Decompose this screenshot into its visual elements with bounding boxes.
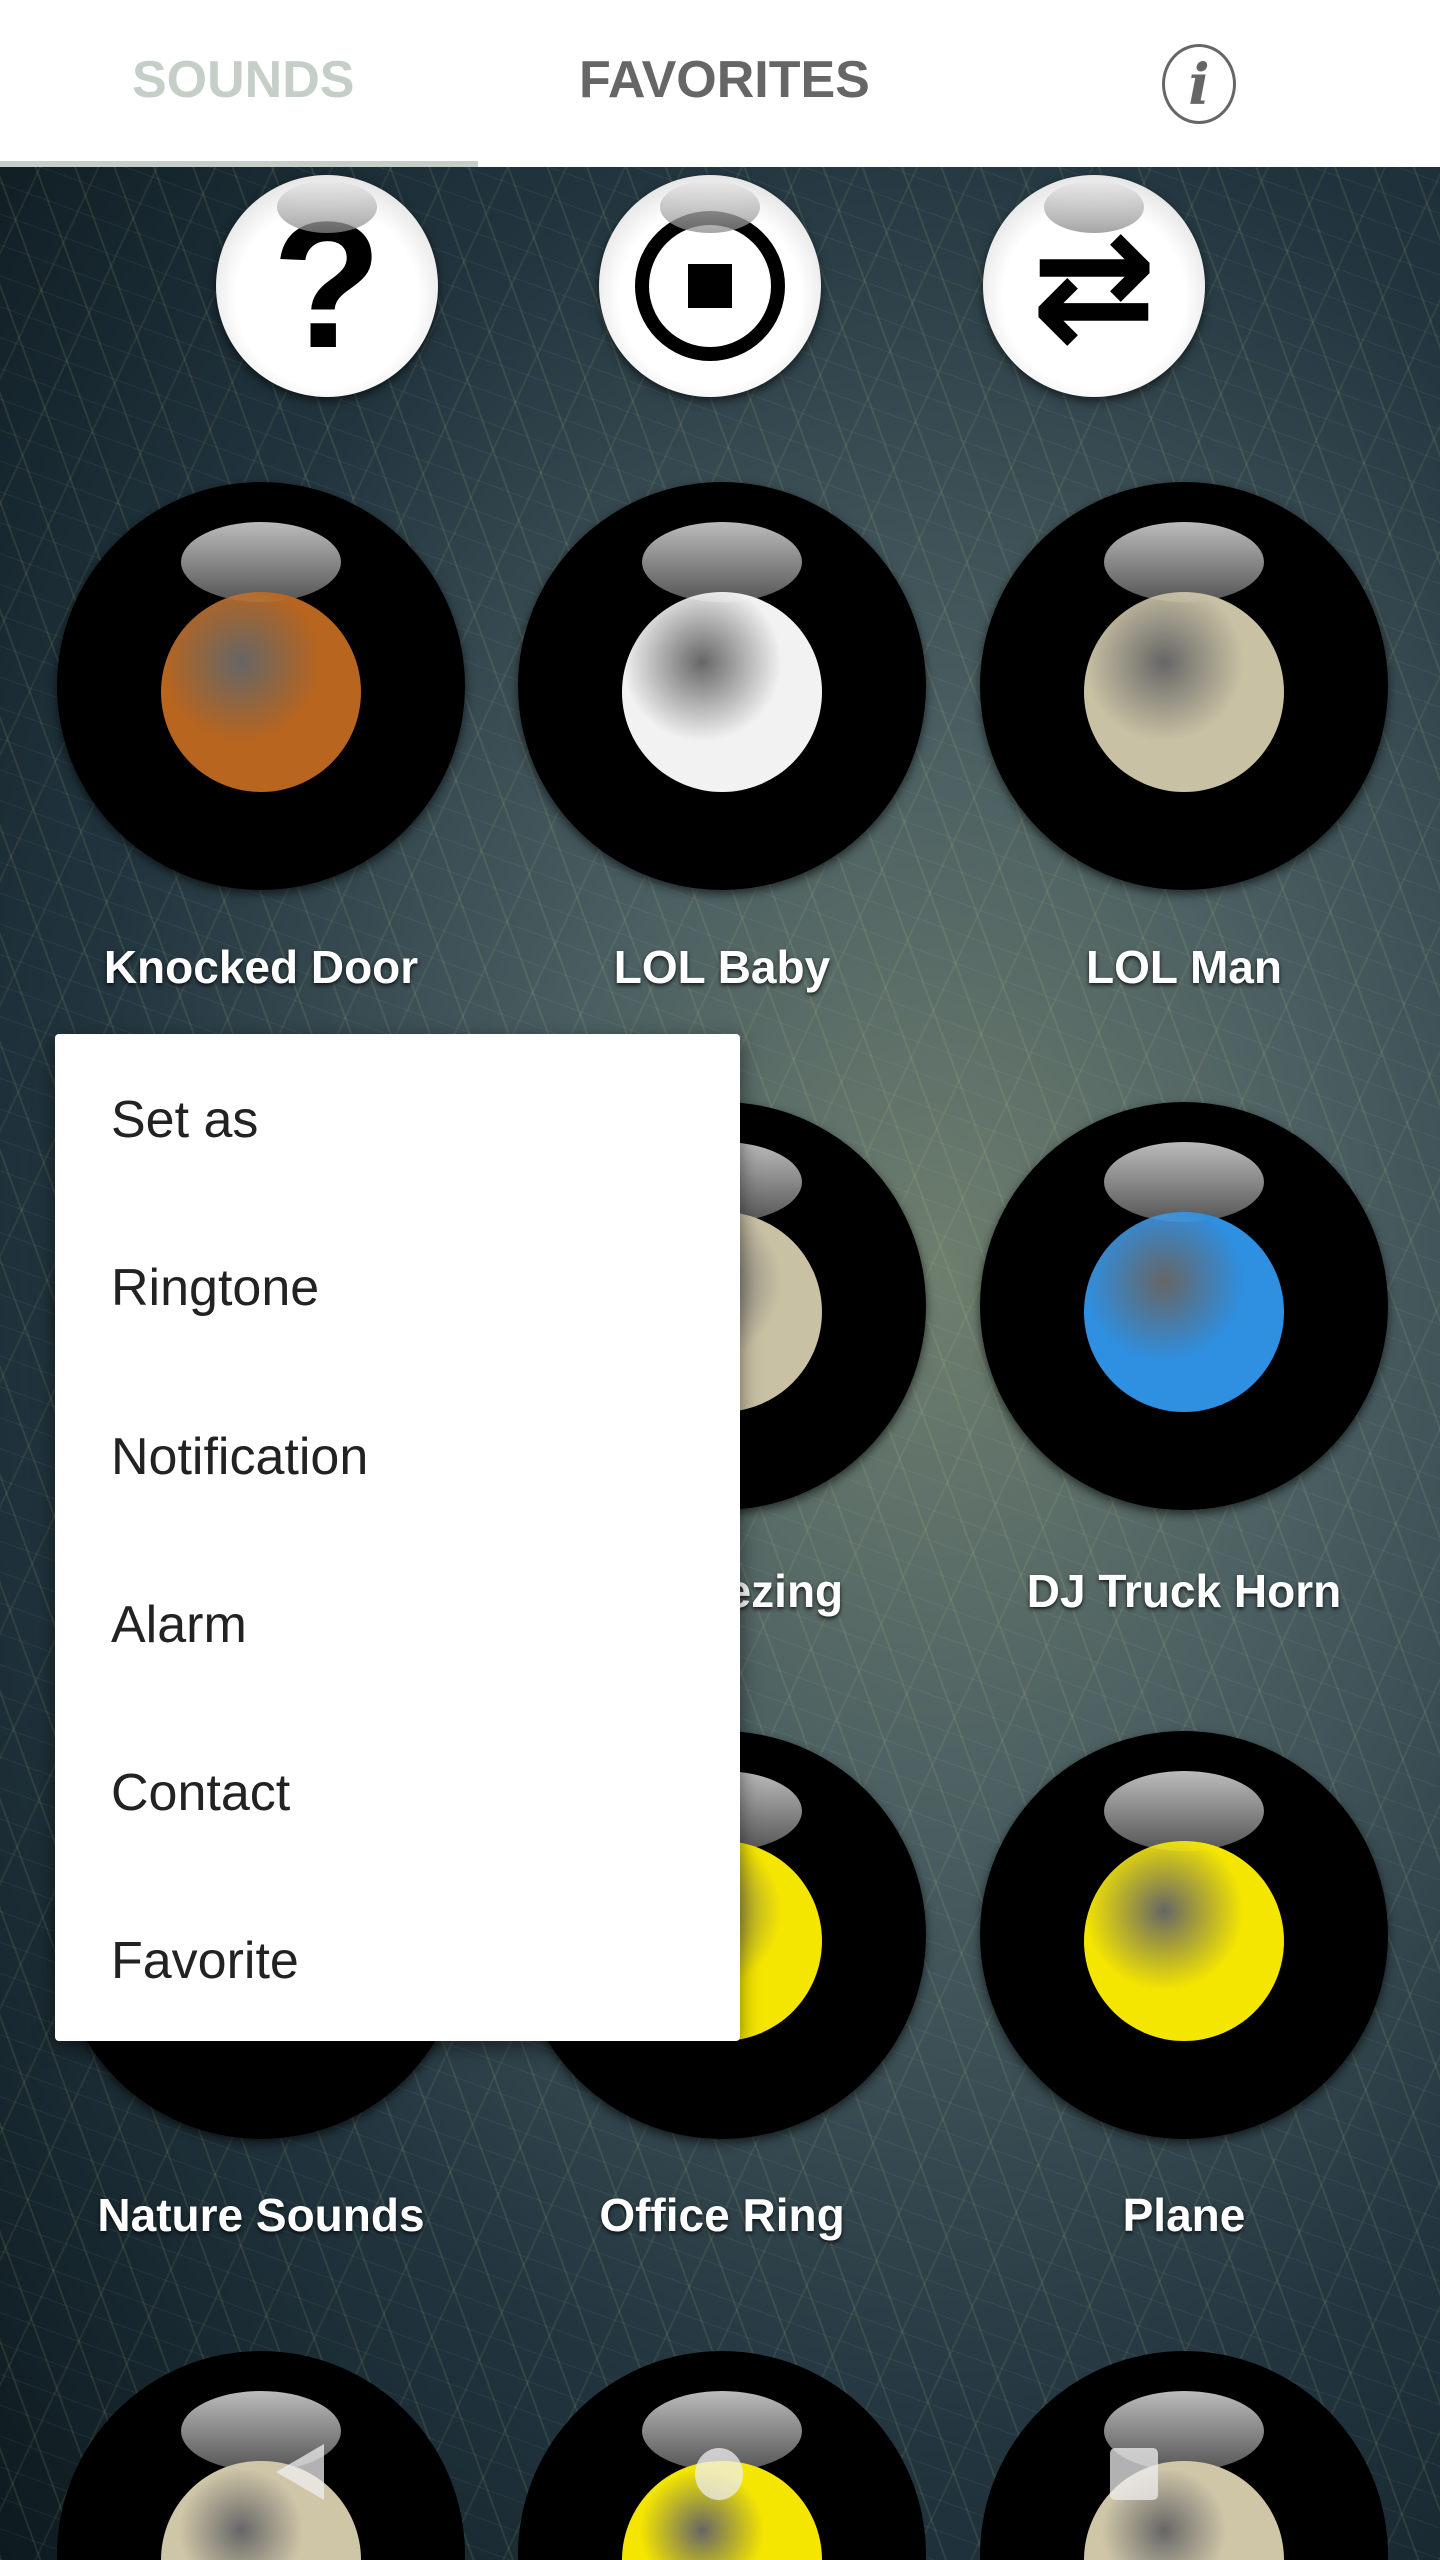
sound-character-image [1084, 592, 1284, 792]
sound-button[interactable] [980, 2351, 1388, 2560]
sound-button[interactable] [57, 482, 465, 890]
menu-item-ringtone[interactable]: Ringtone [111, 1238, 711, 1338]
sound-button[interactable] [518, 482, 926, 890]
back-icon[interactable] [276, 2444, 324, 2500]
menu-item-alarm[interactable]: Alarm [111, 1575, 711, 1675]
repeat-icon: ⇄ [1031, 199, 1157, 373]
info-icon[interactable]: i [1162, 44, 1236, 124]
sound-label: Knocked Door [103, 941, 419, 993]
context-menu: Set as Ringtone Notification Alarm Conta… [55, 1034, 740, 2041]
active-tab-indicator [0, 161, 478, 167]
sound-button[interactable] [980, 1731, 1388, 2139]
sound-button[interactable] [980, 482, 1388, 890]
menu-item-contact[interactable]: Contact [111, 1743, 711, 1843]
sound-character-image [161, 592, 361, 792]
sound-label: Nature Sounds [97, 2189, 425, 2241]
sound-button[interactable] [980, 1102, 1388, 1510]
recents-icon[interactable] [1110, 2448, 1158, 2500]
sound-button[interactable] [57, 2351, 465, 2560]
sound-character-image [1084, 1841, 1284, 2041]
help-button[interactable]: ? [216, 175, 438, 397]
home-icon[interactable] [695, 2448, 743, 2500]
help-icon: ? [272, 185, 382, 386]
menu-item-favorite[interactable]: Favorite [111, 1911, 711, 2011]
repeat-button[interactable]: ⇄ [983, 175, 1205, 397]
sound-label: DJ Truck Horn [1026, 1565, 1342, 1617]
sound-label: Plane [1122, 2189, 1246, 2241]
tab-bar: SOUNDS FAVORITES i [0, 0, 1440, 167]
stop-button[interactable] [599, 175, 821, 397]
sound-character-image [1084, 1212, 1284, 1412]
tab-favorites[interactable]: FAVORITES [579, 50, 870, 110]
stop-icon [635, 211, 785, 361]
tab-sounds[interactable]: SOUNDS [132, 50, 354, 110]
menu-title-set-as: Set as [111, 1091, 259, 1149]
sound-label: Office Ring [599, 2189, 845, 2241]
sound-character-image [622, 592, 822, 792]
sound-label: LOL Baby [613, 941, 831, 993]
sound-character-image [161, 2461, 361, 2560]
menu-item-notification[interactable]: Notification [111, 1407, 711, 1507]
sound-label: LOL Man [1086, 941, 1282, 993]
